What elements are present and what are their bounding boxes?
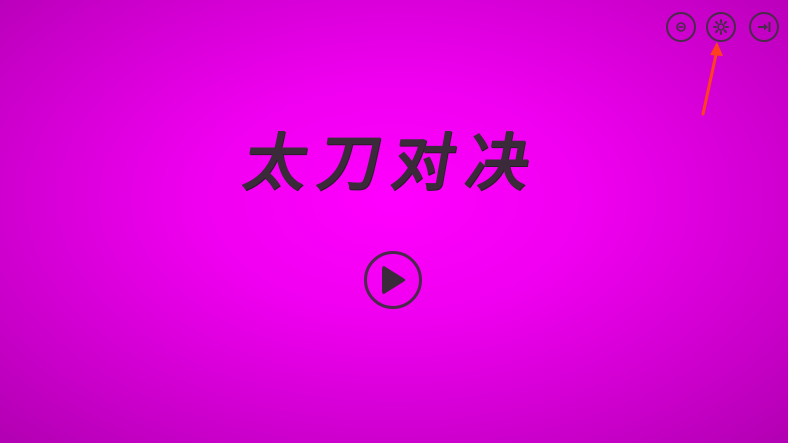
- game-title: 太刀对决: [238, 126, 548, 199]
- gear-icon: [713, 19, 729, 35]
- settings-button[interactable]: [706, 12, 736, 42]
- play-button[interactable]: [364, 251, 422, 309]
- play-icon: [382, 266, 406, 294]
- annotation-arrow: [701, 42, 723, 116]
- exit-icon: [758, 22, 771, 32]
- menu-circle-icon: [676, 22, 686, 32]
- exit-button[interactable]: [749, 12, 779, 42]
- menu-button[interactable]: [666, 12, 696, 42]
